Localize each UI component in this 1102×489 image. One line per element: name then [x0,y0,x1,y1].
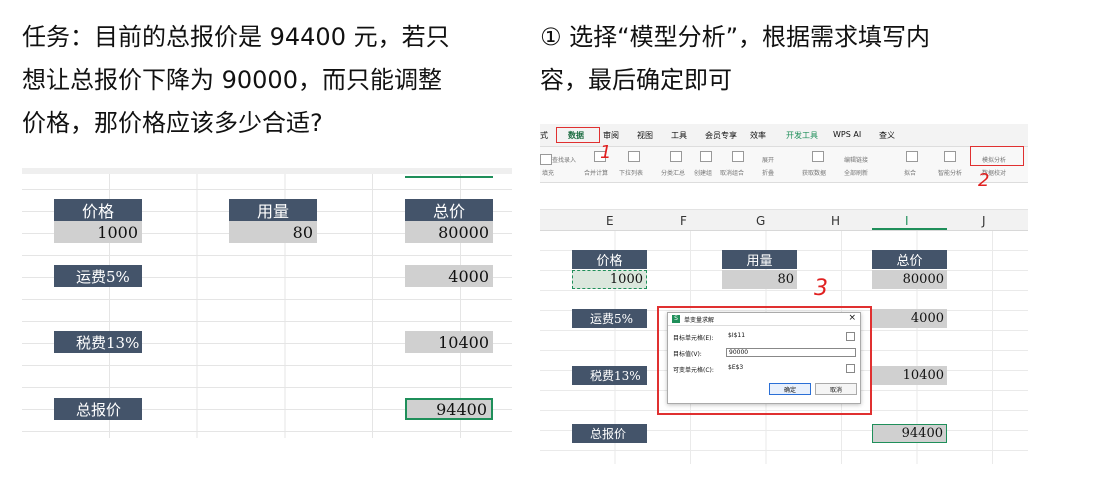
tab-wps-ai[interactable]: WPS AI [833,130,861,139]
ok-button[interactable]: 确定 [769,383,811,395]
tab-efficiency[interactable]: 效率 [750,130,766,141]
annotation-3: 3 [814,276,828,301]
tax-value[interactable]: 10400 [405,331,493,353]
header-price[interactable]: 价格 [54,199,142,221]
left-spreadsheet: 价格 用量 总价 1000 80 80000 运费5% 4000 税费13% 1… [22,168,512,438]
ribbon-fill[interactable]: 填充 [542,168,554,177]
r-total-cell[interactable]: 80000 [872,270,947,289]
ribbon-ungroup[interactable]: 取消组合 [720,168,744,177]
r-freight-value[interactable]: 4000 [872,309,947,328]
step-instruction: ① 选择“模型分析”，根据需求填写内 容，最后确定即可 [540,16,1060,102]
ribbon-get-data[interactable]: 获取数据 [802,168,826,177]
target-cell-input[interactable]: $I$11 [726,332,856,341]
annotation-1: 1 [600,142,612,163]
close-icon[interactable]: × [848,313,856,323]
formula-gap [540,183,1028,210]
dialog-title: 单变量求解 [684,317,715,324]
grand-label[interactable]: 总报价 [54,398,142,420]
column-i-indicator [872,228,947,230]
dropdown-list-icon [628,151,640,162]
get-data-icon [812,151,824,162]
column-j[interactable]: J [982,214,986,228]
column-e[interactable]: E [606,214,614,228]
smart-analysis-icon [944,151,956,162]
tab-view[interactable]: 视图 [637,130,653,141]
r-tax-value[interactable]: 10400 [872,366,947,385]
r-qty-cell[interactable]: 80 [722,270,797,289]
tab-tools[interactable]: 工具 [671,130,687,141]
column-g[interactable]: G [756,214,765,228]
r-freight-label[interactable]: 运费5% [572,309,647,328]
task-line-3: 价格，那价格应该多少合适? [22,109,323,137]
total-cell[interactable]: 80000 [405,221,493,243]
ribbon-smart-analysis[interactable]: 智能分析 [938,168,962,177]
price-cell[interactable]: 1000 [54,221,142,243]
ribbon-tabs: 式 数据 审阅 视图 工具 会员专享 效率 开发工具 WPS AI 查义 [540,124,1028,147]
step-line-2: 容，最后确定即可 [540,66,732,94]
task-line-1: 任务：目前的总报价是 94400 元，若只 [22,23,450,51]
ribbon-collapse[interactable]: 折叠 [762,168,774,177]
tab-formula[interactable]: 式 [540,130,548,141]
annotation-2: 2 [978,170,990,191]
r-tax-label[interactable]: 税费13% [572,366,647,385]
column-h[interactable]: H [831,214,840,228]
wps-screenshot: 式 数据 审阅 视图 工具 会员专享 效率 开发工具 WPS AI 查义 查找录… [540,124,1028,464]
tab-developer[interactable]: 开发工具 [786,130,818,141]
annotation-box-data-tab [556,127,600,143]
ribbon-find[interactable]: 查找录入 [552,155,576,164]
task-line-2: 想让总报价下降为 90000，而只能调整 [22,66,442,94]
header-total[interactable]: 总价 [405,199,493,221]
group-icon [700,151,712,162]
range-picker-icon[interactable] [846,364,855,373]
grand-value[interactable]: 94400 [405,398,493,420]
wps-sheet-icon: S [672,315,680,323]
ribbon-toolbar: 查找录入 填充 合并计算 下拉列表 分类汇总 创建组 取消组合 展开 折叠 获取… [540,147,1028,183]
r-price-cell[interactable]: 1000 [572,270,647,289]
r-grand-value[interactable]: 94400 [872,424,947,443]
subtotal-icon [670,151,682,162]
header-qty[interactable]: 用量 [229,199,317,221]
target-value-label: 目标值(V): [673,351,702,358]
ribbon-subtotal[interactable]: 分类汇总 [661,168,685,177]
fit-icon [906,151,918,162]
variable-cell-input[interactable]: $E$3 [726,364,856,373]
column-f[interactable]: F [680,214,687,228]
ribbon-refresh-all[interactable]: 全部刷新 [844,168,868,177]
column-i[interactable]: I [905,214,909,228]
ribbon-group[interactable]: 创建组 [694,168,712,177]
ungroup-icon [732,151,744,162]
task-description: 任务：目前的总报价是 94400 元，若只 想让总报价下降为 90000，而只能… [22,16,512,145]
tab-member[interactable]: 会员专享 [705,130,737,141]
ribbon-dropdown-list[interactable]: 下拉列表 [619,168,643,177]
range-picker-icon[interactable] [846,332,855,341]
r-header-price[interactable]: 价格 [572,250,647,269]
tax-label[interactable]: 税费13% [54,331,142,353]
ribbon-fit[interactable]: 拟合 [904,168,916,177]
variable-cell-label: 可变单元格(C): [673,367,714,374]
dialog-title-bar: S 单变量求解 × [668,313,860,326]
column-header-row: E F G H I J [540,210,1028,231]
ribbon-consolidate[interactable]: 合并计算 [584,168,608,177]
tab-search[interactable]: 查义 [879,130,895,141]
r-header-total[interactable]: 总价 [872,250,947,269]
tab-review[interactable]: 审阅 [603,130,619,141]
cancel-button[interactable]: 取消 [815,383,857,395]
annotation-box-what-if [970,146,1024,166]
freight-label[interactable]: 运费5% [54,265,142,287]
r-header-qty[interactable]: 用量 [722,250,797,269]
r-grand-label[interactable]: 总报价 [572,424,647,443]
find-icon [540,154,552,165]
ribbon-expand[interactable]: 展开 [762,155,774,164]
goal-seek-dialog: S 单变量求解 × 目标单元格(E): $I$11 目标值(V): 90000 … [667,312,861,404]
step-line-1: ① 选择“模型分析”，根据需求填写内 [540,23,931,51]
target-cell-label: 目标单元格(E): [673,335,714,342]
freight-value[interactable]: 4000 [405,265,493,287]
target-value-input[interactable]: 90000 [726,348,856,357]
ribbon-edit-links[interactable]: 编辑链接 [844,155,868,164]
qty-cell[interactable]: 80 [229,221,317,243]
selection-edge [405,168,493,178]
